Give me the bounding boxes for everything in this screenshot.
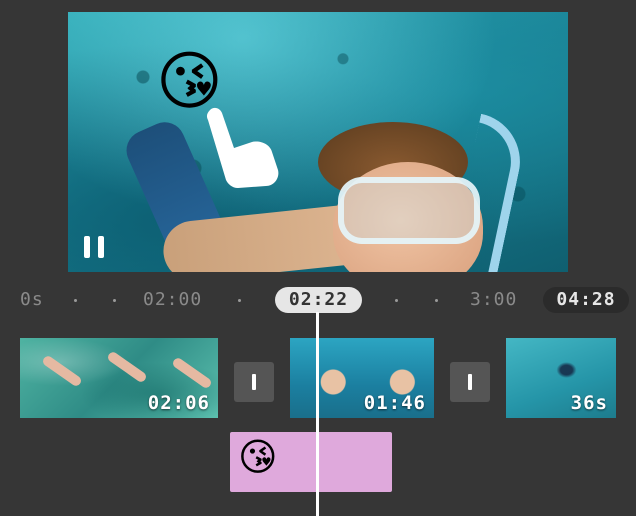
ruler-start-label: 0s (20, 289, 44, 310)
clip-duration: 02:06 (147, 392, 210, 414)
timeline-clip[interactable]: 01:46 (290, 338, 434, 418)
timeline-clip[interactable]: 02:06 (20, 338, 218, 418)
playhead[interactable] (316, 312, 319, 516)
pause-icon-bar (98, 236, 104, 258)
ruler-dot (435, 299, 438, 302)
ruler-dot (113, 299, 116, 302)
pause-icon (84, 236, 90, 258)
transition-icon (468, 374, 472, 390)
current-time-badge: 02:22 (275, 287, 362, 313)
clip-duration: 01:46 (363, 392, 426, 414)
ruler-mark-label: 3:00 (470, 289, 518, 310)
swimmer-figure (106, 350, 148, 384)
ruler-dot (74, 299, 77, 302)
transition-button[interactable] (234, 362, 274, 402)
timeline-clip[interactable]: 36s (506, 338, 616, 418)
clip-duration: 36s (570, 392, 608, 414)
pause-button[interactable] (84, 236, 106, 258)
kiss-emoji-icon: 😘 (238, 435, 278, 479)
total-duration-badge: 04:28 (543, 287, 629, 313)
pointing-hand-icon (206, 107, 279, 188)
swimmer-figure (171, 356, 213, 390)
sticker-track[interactable]: 😘 (230, 432, 392, 492)
ruler-dot (395, 299, 398, 302)
ruler-mark-label: 02:00 (143, 289, 203, 310)
swimmer-figure (41, 354, 83, 388)
transition-button[interactable] (450, 362, 490, 402)
video-preview[interactable]: 😘 (68, 12, 568, 272)
transition-icon (252, 374, 256, 390)
ruler-dot (238, 299, 241, 302)
